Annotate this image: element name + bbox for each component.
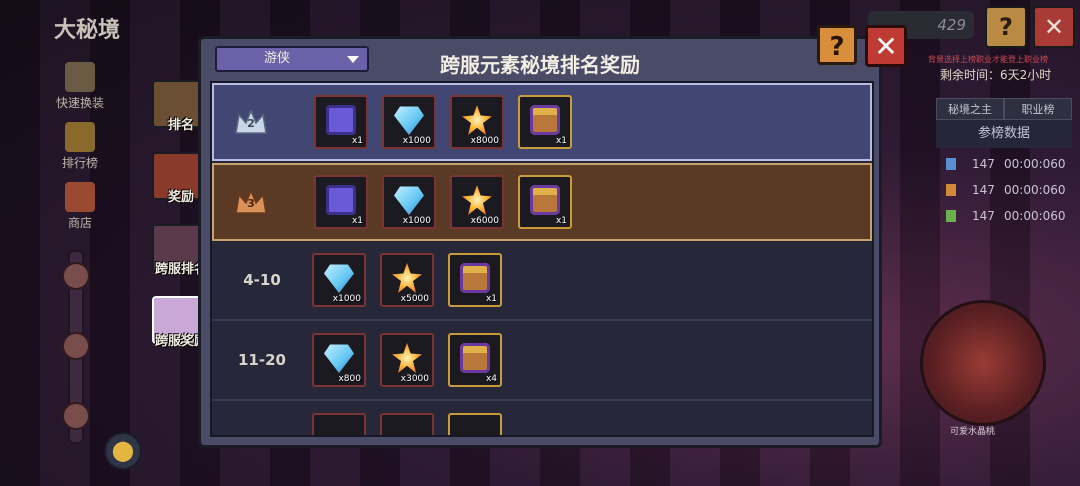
side-item-leaderboard[interactable]: 排行榜 [50, 122, 110, 171]
reward-item[interactable] [312, 413, 366, 435]
remaining-time: 剩余时间：6天2小时 [940, 68, 1052, 82]
reward-item[interactable] [380, 413, 434, 435]
reward-item[interactable]: x1 [314, 95, 368, 149]
rank-range: 11-20 [238, 351, 286, 369]
rank-number: 2 [247, 117, 255, 130]
trophy-icon [65, 122, 95, 152]
diamond-icon [324, 264, 354, 293]
item-qty: x800 [338, 374, 361, 384]
gem-icon [946, 210, 956, 222]
reward-row: 3 x1 x1000 x6000 x1 [212, 163, 872, 241]
item-qty: x1 [351, 216, 363, 226]
side-item-label: 快速换装 [55, 96, 104, 110]
rank-range: 4-10 [243, 271, 281, 289]
side-item-label: 商店 [67, 216, 92, 230]
reward-row: 11-20 x800 x3000 x4 [212, 323, 872, 401]
board-count: 147 [972, 183, 995, 197]
gem-icon [946, 184, 956, 196]
class-select-value: 游侠 [263, 51, 290, 66]
page-title: 大秘境 [54, 18, 121, 43]
board-tabs: 秘境之主 职业榜 [936, 98, 1072, 120]
skill-card-icon [326, 185, 356, 215]
treasure-chest-icon [530, 185, 560, 215]
close-button[interactable]: ✕ [1033, 6, 1075, 48]
reward-item[interactable]: x8000 [450, 95, 504, 149]
dialog-help-button[interactable]: ? [817, 25, 857, 65]
item-qty: x1 [555, 216, 567, 226]
class-select[interactable]: 游侠 [215, 46, 369, 72]
reward-item[interactable]: x4 [448, 333, 502, 387]
diamond-icon [324, 344, 354, 373]
reward-item[interactable] [448, 413, 502, 435]
board-header: 参榜数据 [936, 120, 1072, 148]
gem-icon [946, 158, 956, 170]
gold-star-icon [392, 263, 422, 293]
gold-star-icon [392, 343, 422, 373]
dialog-close-button[interactable]: ✕ [865, 25, 907, 67]
chevron-down-icon [347, 56, 359, 63]
reward-item[interactable]: x1000 [382, 175, 436, 229]
board-count: 147 [972, 157, 995, 171]
item-qty: x1000 [332, 294, 361, 304]
item-qty: x6000 [470, 216, 499, 226]
item-qty: x1000 [402, 136, 431, 146]
reward-item[interactable]: x3000 [380, 333, 434, 387]
tab-class-board[interactable]: 职业榜 [1004, 98, 1072, 120]
reward-item[interactable]: x6000 [450, 175, 504, 229]
board-time: 00:00:060 [1004, 183, 1066, 197]
character-avatar[interactable] [920, 300, 1046, 426]
reward-item[interactable]: x1000 [312, 253, 366, 307]
gold-star-icon [462, 185, 492, 215]
reward-item[interactable]: x1 [448, 253, 502, 307]
item-qty: x4 [485, 374, 497, 384]
treasure-chest-icon [530, 105, 560, 135]
item-qty: x1 [555, 136, 567, 146]
skill-card-icon [326, 105, 356, 135]
board-count: 147 [972, 209, 995, 223]
reward-item[interactable]: x1000 [382, 95, 436, 149]
armor-swap-icon [65, 62, 95, 92]
board-row: 147 00:00:060 [936, 178, 1072, 202]
reward-item[interactable]: x1 [518, 175, 572, 229]
progress-tracker [62, 250, 90, 444]
reward-item[interactable]: x1 [314, 175, 368, 229]
side-item-shop[interactable]: 商店 [50, 182, 110, 231]
board-time: 00:00:060 [1004, 157, 1066, 171]
item-qty: x5000 [400, 294, 429, 304]
diamond-icon [394, 106, 424, 135]
rank-number: 3 [247, 197, 255, 210]
character-name: 可爱水晶桃 [950, 427, 996, 437]
item-qty: x1 [485, 294, 497, 304]
treasure-chest-icon [460, 343, 490, 373]
reward-dialog: 跨服元素秘境排名奖励 游侠 ? ✕ 2 x1 x1000 x8000 x1 3 … [198, 25, 907, 448]
reward-row: 4-10 x1000 x5000 x1 [212, 243, 872, 321]
item-qty: x3000 [400, 374, 429, 384]
item-qty: x1000 [402, 216, 431, 226]
reward-item[interactable]: x5000 [380, 253, 434, 307]
reward-row: 2 x1 x1000 x8000 x1 [212, 83, 872, 161]
gold-star-icon [462, 105, 492, 135]
side-item-label: 排行榜 [61, 156, 98, 170]
help-button[interactable]: ? [985, 6, 1027, 48]
side-item-quick-equip[interactable]: 快速换装 [50, 62, 110, 111]
class-board-warning: 背景选择上榜职业才能登上职业榜 [928, 55, 1048, 64]
reward-item[interactable]: x1 [518, 95, 572, 149]
diamond-icon [394, 186, 424, 215]
board-row: 147 00:00:060 [936, 204, 1072, 228]
board-row: 147 00:00:060 [936, 152, 1072, 176]
item-qty: x1 [351, 136, 363, 146]
reward-list[interactable]: 2 x1 x1000 x8000 x1 3 x1 x1000 x6000 x1 … [210, 81, 874, 437]
item-qty: x8000 [470, 136, 499, 146]
reward-item[interactable]: x800 [312, 333, 366, 387]
tab-realm-lord[interactable]: 秘境之主 [936, 98, 1004, 120]
rank-cell: 3 [214, 165, 314, 239]
shop-icon [65, 182, 95, 212]
location-pin-icon[interactable]: ⬤ [104, 432, 142, 470]
rank-cell: 2 [214, 85, 314, 159]
board-time: 00:00:060 [1004, 209, 1066, 223]
reward-row-partial [212, 403, 872, 435]
treasure-chest-icon [460, 263, 490, 293]
